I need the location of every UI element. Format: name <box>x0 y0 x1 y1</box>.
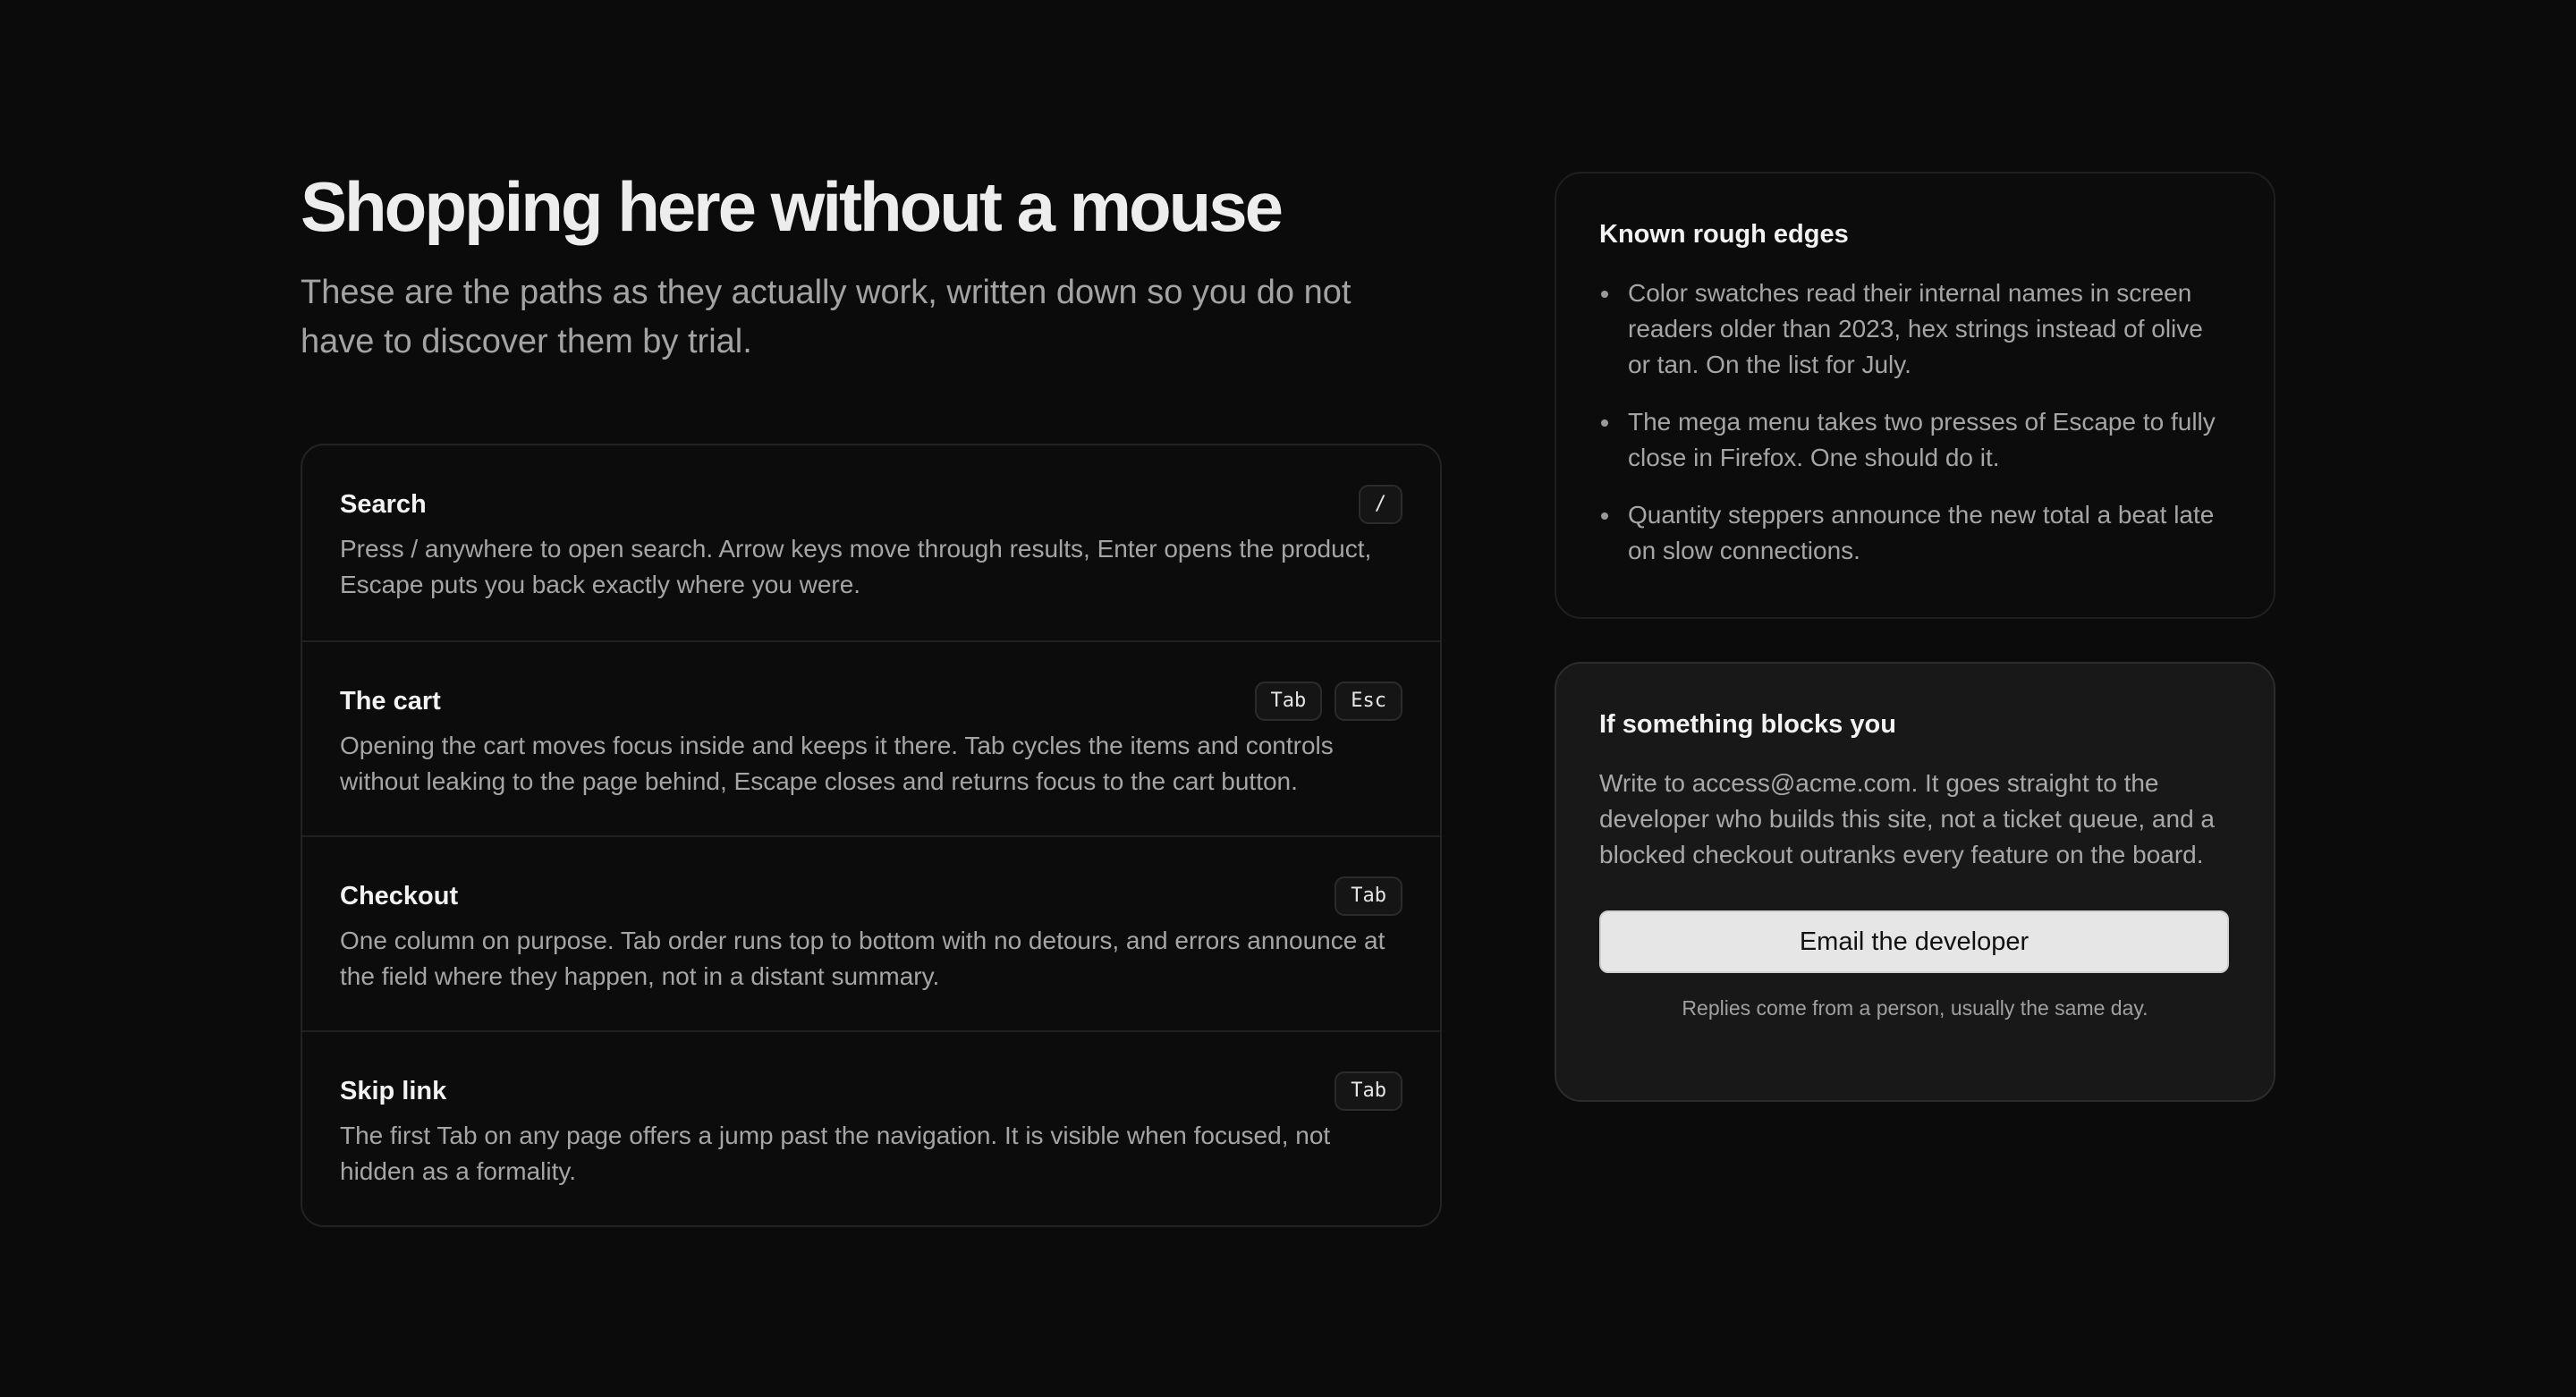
rough-edges-list: Color swatches read their internal names… <box>1599 275 2231 569</box>
list-item: The mega menu takes two presses of Escap… <box>1599 404 2231 476</box>
list-item: Quantity steppers announce the new total… <box>1599 497 2231 569</box>
key-badge: / <box>1358 485 1402 524</box>
path-name: Skip link <box>340 1076 447 1105</box>
path-item-skip-link: Skip link Tab The first Tab on any page … <box>302 1030 1440 1225</box>
key-badge: Esc <box>1335 682 1402 721</box>
email-developer-button[interactable]: Email the developer <box>1599 910 2229 973</box>
page: Shopping here without a mouse These are … <box>0 0 2576 1397</box>
key-badge: Tab <box>1335 876 1402 916</box>
rough-edges-title: Known rough edges <box>1599 220 1849 249</box>
key-group: Tab <box>1335 1071 1402 1111</box>
key-badge: Tab <box>1254 682 1323 721</box>
rough-edges-card: Known rough edges Color swatches read th… <box>1555 172 2275 619</box>
rough-edge-text: Quantity steppers announce the new total… <box>1628 501 2215 564</box>
list-item: Color swatches read their internal names… <box>1599 275 2231 383</box>
rough-edge-text: Color swatches read their internal names… <box>1628 279 2203 378</box>
path-description: Opening the cart moves focus inside and … <box>340 732 1334 795</box>
path-name: The cart <box>340 686 441 715</box>
contact-card: If something blocks you Write to access@… <box>1555 662 2275 1102</box>
main-content: Shopping here without a mouse These are … <box>301 157 1442 1227</box>
bullet-icon <box>1601 419 1608 427</box>
path-description: One column on purpose. Tab order runs to… <box>340 927 1385 990</box>
path-description: The first Tab on any page offers a jump … <box>340 1122 1331 1185</box>
key-group: Tab Esc <box>1254 682 1402 721</box>
path-name: Checkout <box>340 881 459 910</box>
path-description: Press / anywhere to open search. Arrow k… <box>340 535 1372 598</box>
rough-edge-text: The mega menu takes two presses of Escap… <box>1628 408 2216 471</box>
reply-note: Replies come from a person, usually the … <box>1682 996 2148 1020</box>
bullet-icon <box>1601 512 1608 520</box>
key-group: / <box>1358 485 1402 524</box>
contact-title: If something blocks you <box>1599 710 1896 739</box>
page-subtitle: These are the paths as they actually wor… <box>301 274 1352 360</box>
path-item-checkout: Checkout Tab One column on purpose. Tab … <box>302 835 1440 1030</box>
key-badge: Tab <box>1335 1071 1402 1111</box>
contact-text: Write to access@acme.com. It goes straig… <box>1599 769 2215 868</box>
page-title: Shopping here without a mouse <box>301 167 1284 246</box>
key-group: Tab <box>1335 876 1402 916</box>
path-item-cart: The cart Tab Esc Opening the cart moves … <box>302 640 1440 835</box>
bullet-icon <box>1601 291 1608 298</box>
path-name: Search <box>340 489 427 519</box>
keyboard-paths-list: Search / Press / anywhere to open search… <box>301 444 1442 1227</box>
path-item-search: Search / Press / anywhere to open search… <box>302 445 1440 640</box>
